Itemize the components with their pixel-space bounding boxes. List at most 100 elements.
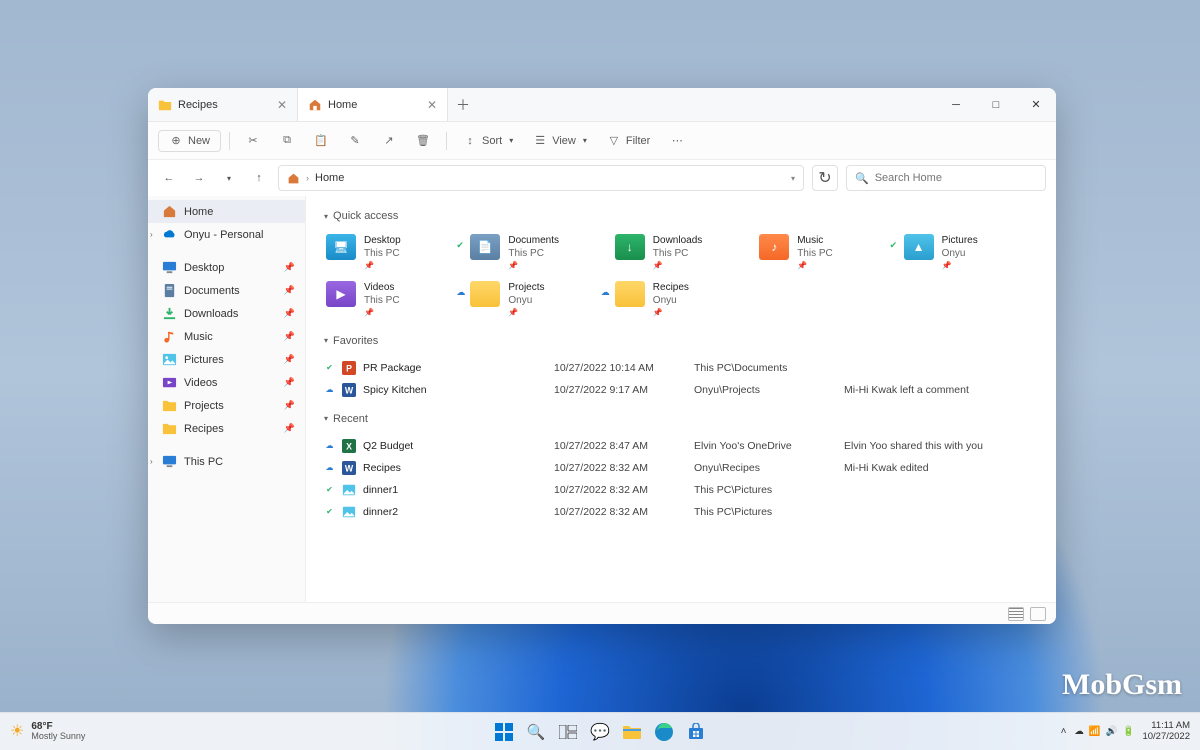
- cut-button[interactable]: ✂: [238, 130, 268, 152]
- refresh-button[interactable]: ↻: [812, 165, 838, 191]
- sort-button[interactable]: ↕Sort▾: [455, 130, 521, 152]
- tab-home[interactable]: Home ✕: [298, 88, 448, 121]
- sync-check-icon: ✔: [890, 240, 898, 251]
- battery-icon[interactable]: 🔋: [1123, 726, 1135, 737]
- titlebar: Recipes ✕ Home ✕ ＋ ─ □ ✕: [148, 88, 1056, 122]
- view-button[interactable]: ☰View▾: [525, 130, 595, 152]
- quick-access-pictures[interactable]: ✔▲PicturesOnyu📌: [902, 232, 1042, 273]
- edge-button[interactable]: [650, 718, 678, 746]
- volume-icon[interactable]: 🔊: [1106, 726, 1118, 737]
- task-view-button[interactable]: [554, 718, 582, 746]
- filter-button[interactable]: ▽Filter: [599, 130, 658, 152]
- cloud-icon: ☁: [324, 384, 335, 395]
- chat-button[interactable]: 💬: [586, 718, 614, 746]
- close-icon[interactable]: ✕: [277, 98, 287, 112]
- sidebar-item-onedrive[interactable]: › Onyu - Personal: [148, 223, 305, 246]
- delete-button[interactable]: 🗑: [408, 130, 438, 152]
- search-box[interactable]: 🔍: [846, 165, 1046, 191]
- pin-icon: 📌: [653, 308, 689, 318]
- section-quick-access[interactable]: ▾ Quick access: [324, 210, 1042, 222]
- file-row[interactable]: ✔PPR Package10/27/2022 10:14 AMThis PC\D…: [324, 357, 1042, 379]
- pictures-icon: [162, 352, 177, 367]
- maximize-button[interactable]: □: [976, 88, 1016, 121]
- music-icon: [162, 329, 177, 344]
- folder-icon: 🖥: [326, 234, 356, 260]
- more-button[interactable]: ⋯: [662, 130, 692, 152]
- chevron-right-icon[interactable]: ›: [150, 457, 153, 466]
- file-row[interactable]: ☁WRecipes10/27/2022 8:32 AMOnyu\RecipesM…: [324, 457, 1042, 479]
- documents-icon: [162, 283, 177, 298]
- sidebar-item-music[interactable]: Music📌: [148, 325, 305, 348]
- pin-icon: 📌: [797, 261, 833, 271]
- word-icon: W: [342, 383, 356, 397]
- ppt-icon: P: [342, 361, 356, 375]
- pin-icon: 📌: [942, 261, 978, 271]
- folder-icon: [470, 281, 500, 307]
- file-row[interactable]: ☁WSpicy Kitchen10/27/2022 9:17 AMOnyu\Pr…: [324, 379, 1042, 401]
- search-input[interactable]: [875, 172, 1037, 184]
- start-button[interactable]: [490, 718, 518, 746]
- close-button[interactable]: ✕: [1016, 88, 1056, 121]
- file-row[interactable]: ✔dinner210/27/2022 8:32 AMThis PC\Pictur…: [324, 501, 1042, 523]
- quick-access-videos[interactable]: ▶VideosThis PC📌: [324, 279, 464, 320]
- quick-access-documents[interactable]: ✔📄DocumentsThis PC📌: [468, 232, 608, 273]
- search-button[interactable]: 🔍: [522, 718, 550, 746]
- sidebar-item-home[interactable]: Home: [148, 200, 305, 223]
- file-row[interactable]: ☁XQ2 Budget10/27/2022 8:47 AMElvin Yoo's…: [324, 435, 1042, 457]
- delete-icon: 🗑: [416, 134, 430, 148]
- file-explorer-button[interactable]: [618, 718, 646, 746]
- image-icon: [342, 483, 356, 497]
- new-button[interactable]: ⊕ New: [158, 130, 221, 152]
- quick-access-music[interactable]: ♪MusicThis PC📌: [757, 232, 897, 273]
- cloud-icon: ☁: [324, 440, 335, 451]
- folder-icon: [615, 281, 645, 307]
- copy-button[interactable]: ⧉: [272, 130, 302, 152]
- home-icon: [287, 172, 300, 185]
- up-button[interactable]: ↑: [248, 167, 270, 189]
- pin-icon: 📌: [508, 308, 544, 318]
- quick-access-downloads[interactable]: ↓DownloadsThis PC📌: [613, 232, 753, 273]
- close-icon[interactable]: ✕: [427, 98, 437, 112]
- tray-chevron-icon[interactable]: ˄: [1061, 726, 1067, 737]
- forward-button[interactable]: →: [188, 167, 210, 189]
- weather-widget[interactable]: ☀ 68°F Mostly Sunny: [10, 721, 85, 742]
- sidebar-item-projects[interactable]: Projects📌: [148, 394, 305, 417]
- downloads-icon: [162, 306, 177, 321]
- quick-access-recipes[interactable]: ☁RecipesOnyu📌: [613, 279, 753, 320]
- wifi-icon[interactable]: 📶: [1089, 726, 1101, 737]
- file-row[interactable]: ✔dinner110/27/2022 8:32 AMThis PC\Pictur…: [324, 479, 1042, 501]
- sidebar-item-documents[interactable]: Documents📌: [148, 279, 305, 302]
- quick-access-projects[interactable]: ☁ProjectsOnyu📌: [468, 279, 608, 320]
- section-recent[interactable]: ▾ Recent: [324, 413, 1042, 425]
- folder-icon: [162, 421, 177, 436]
- tab-recipes[interactable]: Recipes ✕: [148, 88, 298, 121]
- icons-view-button[interactable]: [1030, 607, 1046, 621]
- new-tab-button[interactable]: ＋: [448, 88, 478, 121]
- paste-button[interactable]: 📋: [306, 130, 336, 152]
- section-favorites[interactable]: ▾ Favorites: [324, 335, 1042, 347]
- sidebar-item-downloads[interactable]: Downloads📌: [148, 302, 305, 325]
- sidebar-item-recipes[interactable]: Recipes📌: [148, 417, 305, 440]
- breadcrumb[interactable]: › Home ▾: [278, 165, 804, 191]
- breadcrumb-item[interactable]: Home: [315, 172, 344, 184]
- chevron-down-icon[interactable]: ▾: [791, 174, 795, 183]
- file-explorer-window: Recipes ✕ Home ✕ ＋ ─ □ ✕ ⊕ New ✂ ⧉ 📋 ✎ ↗…: [148, 88, 1056, 624]
- pin-icon: 📌: [284, 377, 295, 388]
- clock[interactable]: 11:11 AM 10/27/2022: [1142, 721, 1190, 743]
- back-button[interactable]: ←: [158, 167, 180, 189]
- address-bar: ← → ▾ ↑ › Home ▾ ↻ 🔍: [148, 160, 1056, 196]
- image-icon: [342, 505, 356, 519]
- store-button[interactable]: [682, 718, 710, 746]
- share-button[interactable]: ↗: [374, 130, 404, 152]
- chevron-right-icon[interactable]: ›: [150, 230, 153, 239]
- rename-button[interactable]: ✎: [340, 130, 370, 152]
- recent-locations-button[interactable]: ▾: [218, 167, 240, 189]
- sidebar-item-pictures[interactable]: Pictures📌: [148, 348, 305, 371]
- sidebar-item-videos[interactable]: Videos📌: [148, 371, 305, 394]
- details-view-button[interactable]: [1008, 607, 1024, 621]
- minimize-button[interactable]: ─: [936, 88, 976, 121]
- quick-access-desktop[interactable]: 🖥DesktopThis PC📌: [324, 232, 464, 273]
- sidebar-item-desktop[interactable]: Desktop📌: [148, 256, 305, 279]
- sidebar-item-thispc[interactable]: › This PC: [148, 450, 305, 473]
- onedrive-tray-icon[interactable]: ☁: [1074, 726, 1084, 737]
